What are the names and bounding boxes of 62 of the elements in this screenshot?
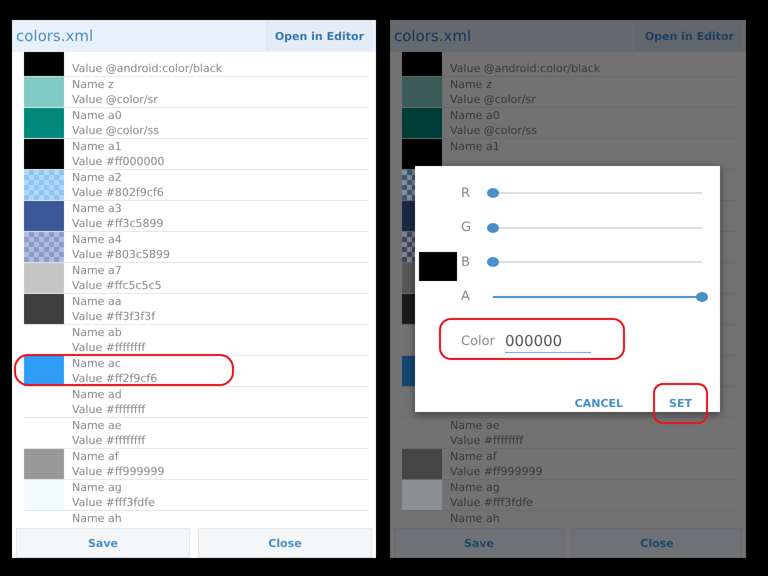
slider-thumb[interactable] xyxy=(487,188,499,198)
color-value: Value @color/sr xyxy=(72,92,158,107)
save-button[interactable]: Save xyxy=(16,528,190,558)
color-value: Value #ffffffff xyxy=(72,340,146,355)
color-name: Name ah xyxy=(72,511,122,526)
color-name: Name ae xyxy=(450,418,500,433)
color-label: Color xyxy=(461,334,495,349)
color-value: Value #ff000000 xyxy=(72,154,164,169)
channel-label: R xyxy=(461,186,472,201)
slider-thumb[interactable] xyxy=(487,257,499,268)
color-value: Value #ffffffff xyxy=(72,433,146,448)
color-input[interactable]: 000000 xyxy=(504,330,591,353)
color-value: Value #ff3f3f3f xyxy=(72,309,156,324)
color-value: Value #ff999999 xyxy=(450,464,542,479)
color-value: Value #fff3fdfe xyxy=(450,495,533,510)
color-value: Value #802f9cf6 xyxy=(72,185,164,200)
file-title: colors.xml xyxy=(16,27,94,45)
color-name: Name a7 xyxy=(72,263,123,278)
dialog-button[interactable]: SET xyxy=(653,383,708,424)
color-name: Name a1 xyxy=(72,139,123,154)
color-name: Name af xyxy=(72,449,120,464)
color-value: Value #803c5899 xyxy=(72,247,170,262)
color-name: Name a4 xyxy=(72,232,123,247)
channel-label: B xyxy=(461,254,471,270)
slider-thumb[interactable] xyxy=(696,292,708,302)
color-name: Name a0 xyxy=(450,108,501,123)
color-value: Value #ff2f9cf6 xyxy=(72,371,158,386)
color-name: Name ah xyxy=(450,511,500,526)
color-value: Value #ff999999 xyxy=(72,464,164,479)
color-value: Value #fff3fdfe xyxy=(72,495,155,510)
color-name: Name ag xyxy=(72,480,123,495)
color-name: Name ab xyxy=(72,325,123,340)
color-name: Name a0 xyxy=(72,108,123,123)
color-value: Value #ff3c5899 xyxy=(72,216,164,231)
color-name: Name z xyxy=(450,77,493,92)
color-value: Value #ffffffff xyxy=(450,433,524,448)
color-name: Name ac xyxy=(72,356,122,371)
color-value: Value #ffc5c5c5 xyxy=(72,278,162,293)
color-value: Value @color/ss xyxy=(450,123,537,138)
color-name: Name z xyxy=(72,77,115,92)
color-name: Name a1 xyxy=(450,139,500,154)
color-name: Name ad xyxy=(72,387,123,402)
color-name: Name aa xyxy=(72,294,122,309)
color-value: Value @android:color/black xyxy=(450,61,600,76)
open-in-editor-button[interactable]: Open in Editor xyxy=(266,21,372,51)
color-value: Value #ffffffff xyxy=(72,402,146,417)
color-name: Name ae xyxy=(72,418,122,433)
channel-label: A xyxy=(461,289,471,304)
color-value: Value @color/sr xyxy=(450,92,536,107)
color-name: Name ag xyxy=(450,480,501,495)
slider-thumb[interactable] xyxy=(487,222,499,233)
color-name: Name a2 xyxy=(72,170,123,185)
close-button[interactable]: Close xyxy=(198,528,372,558)
channel-label: G xyxy=(461,220,472,236)
color-value: Value @android:color/black xyxy=(72,61,222,76)
color-name: Name a3 xyxy=(72,201,123,216)
color-name: Name af xyxy=(450,449,498,464)
close-button[interactable]: Close xyxy=(572,528,742,558)
dialog-button[interactable]: CANCEL xyxy=(558,383,640,424)
file-title: colors.xml xyxy=(394,27,472,45)
color-value: Value @color/ss xyxy=(72,123,159,138)
save-button[interactable]: Save xyxy=(394,528,564,558)
